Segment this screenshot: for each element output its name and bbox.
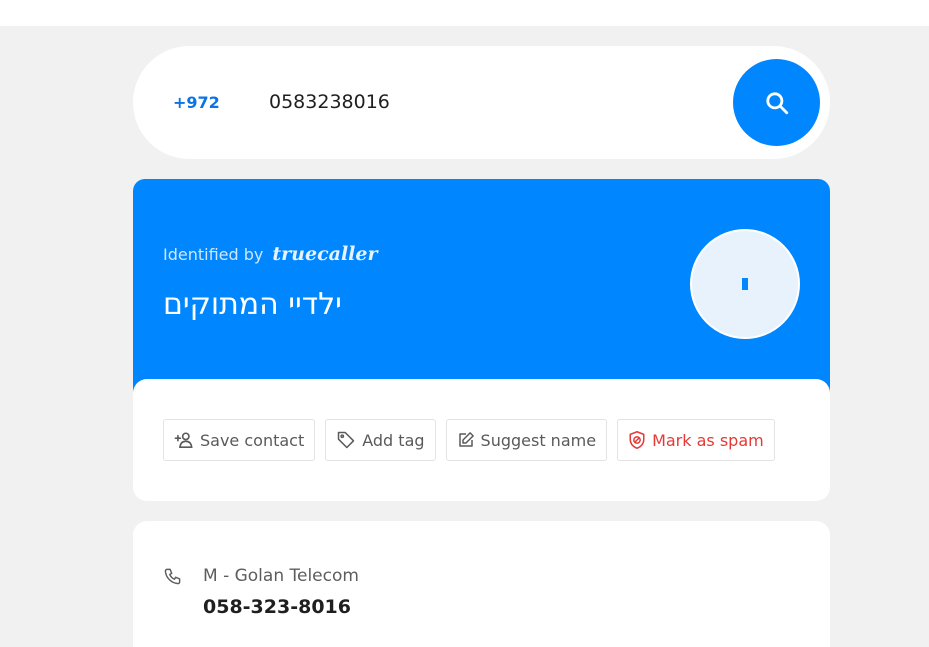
shield-spam-icon	[629, 431, 645, 449]
caller-id-header: Identified by truecaller ילדיי המתוקים	[133, 179, 830, 409]
search-bar: +972	[133, 46, 830, 159]
add-tag-label: Add tag	[362, 430, 425, 450]
add-person-icon	[174, 432, 193, 449]
identified-by-line: Identified by truecaller	[163, 243, 377, 265]
top-bar	[0, 0, 929, 26]
save-contact-label: Save contact	[200, 430, 305, 450]
truecaller-logo: truecaller	[272, 243, 378, 265]
suggest-name-label: Suggest name	[480, 430, 597, 450]
action-buttons: Save contact Add tag Suggest name Mark a…	[163, 419, 775, 461]
caller-name: ילדיי המתוקים	[163, 287, 342, 322]
carrier-label: M - Golan Telecom	[203, 566, 359, 586]
phone-number-input[interactable]	[269, 82, 689, 122]
tag-icon	[337, 431, 355, 449]
actions-card: Save contact Add tag Suggest name Mark a…	[133, 379, 830, 501]
edit-icon	[458, 432, 474, 447]
add-tag-button[interactable]: Add tag	[325, 419, 436, 461]
search-button[interactable]	[733, 59, 820, 146]
mark-as-spam-label: Mark as spam	[652, 430, 764, 450]
country-code-selector[interactable]: +972	[173, 46, 220, 159]
identified-by-label: Identified by	[163, 244, 264, 264]
mark-as-spam-button[interactable]: Mark as spam	[617, 419, 775, 461]
save-contact-button[interactable]: Save contact	[163, 419, 316, 461]
formatted-phone-number: 058-323-8016	[203, 596, 351, 618]
avatar-placeholder-icon	[742, 278, 748, 290]
search-icon	[765, 91, 788, 114]
avatar	[690, 229, 800, 339]
suggest-name-button[interactable]: Suggest name	[445, 419, 608, 461]
phone-icon	[164, 568, 181, 585]
phone-details-card: M - Golan Telecom 058-323-8016	[133, 521, 830, 647]
